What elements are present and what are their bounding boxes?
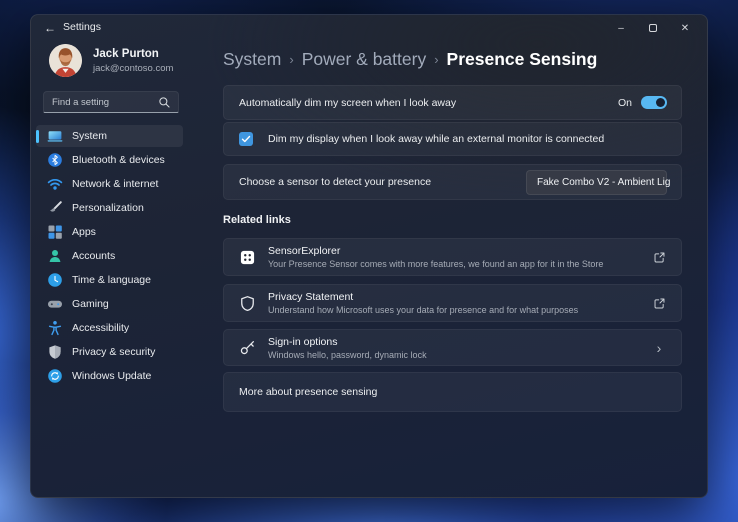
user-name: Jack Purton (93, 48, 159, 60)
auto-dim-toggle[interactable] (641, 96, 667, 109)
external-link-icon (653, 251, 666, 264)
sidebar-item-label: Accounts (72, 250, 115, 262)
key-icon (239, 339, 256, 356)
sensor-dropdown-value: Fake Combo V2 - Ambient Lig (537, 177, 670, 188)
sidebar-item-windows-update[interactable]: Windows Update (36, 365, 183, 387)
settings-window: ← Settings – ✕ Jack Purton ja (30, 14, 708, 498)
brush-icon (47, 200, 63, 216)
breadcrumb-separator: › (434, 51, 438, 67)
auto-dim-label: Automatically dim my screen when I look … (239, 97, 456, 109)
person-icon (47, 248, 63, 264)
titlebar: ← Settings – ✕ (31, 15, 707, 41)
sidebar-item-accounts[interactable]: Accounts (36, 245, 183, 267)
link-description: Understand how Microsoft uses your data … (268, 305, 652, 315)
apps-grid-icon (47, 224, 63, 240)
search-input[interactable] (52, 92, 152, 112)
check-icon (241, 134, 251, 144)
back-button[interactable]: ← (41, 20, 59, 36)
sidebar-item-system[interactable]: System (36, 125, 183, 147)
minimize-icon: – (618, 23, 624, 34)
sidebar-item-label: System (72, 130, 107, 142)
sidebar-item-label: Bluetooth & devices (72, 154, 165, 166)
sidebar-item-privacy-security[interactable]: Privacy & security (36, 341, 183, 363)
link-title: Privacy Statement (268, 291, 652, 303)
sidebar-item-label: Privacy & security (72, 346, 155, 358)
wifi-icon (47, 176, 63, 192)
search-box (43, 91, 179, 113)
maximize-button[interactable] (637, 15, 669, 41)
privacy-statement-link-card[interactable]: Privacy Statement Understand how Microso… (223, 284, 682, 322)
sidebar-item-time-language[interactable]: Time & language (36, 269, 183, 291)
chevron-right-icon: › (657, 341, 662, 355)
sign-in-options-link-card[interactable]: Sign-in options Windows hello, password,… (223, 329, 682, 366)
sensor-app-icon (239, 249, 256, 266)
sidebar-item-label: Personalization (72, 202, 144, 214)
user-email: jack@contoso.com (93, 63, 173, 74)
avatar (49, 44, 82, 77)
sidebar-item-network-internet[interactable]: Network & internet (36, 173, 183, 195)
desktop: ← Settings – ✕ Jack Purton ja (0, 0, 738, 522)
close-icon: ✕ (681, 23, 689, 34)
external-monitor-setting-card: Dim my display when I look away while an… (223, 122, 682, 156)
sidebar-item-gaming[interactable]: Gaming (36, 293, 183, 315)
sidebar-item-personalization[interactable]: Personalization (36, 197, 183, 219)
system-icon (47, 128, 63, 144)
clock-icon (47, 272, 63, 288)
toggle-knob (656, 98, 665, 107)
external-link-icon (653, 297, 666, 310)
accessibility-person-icon (47, 320, 63, 336)
sensor-label: Choose a sensor to detect your presence (239, 176, 431, 188)
link-title: Sign-in options (268, 336, 652, 348)
back-arrow-icon: ← (44, 21, 56, 35)
sidebar-item-label: Time & language (72, 274, 151, 286)
related-links-heading: Related links (223, 214, 291, 226)
link-description: Your Presence Sensor comes with more fea… (268, 259, 652, 269)
sidebar-item-bluetooth-devices[interactable]: Bluetooth & devices (36, 149, 183, 171)
sensorexplorer-link-card[interactable]: SensorExplorer Your Presence Sensor come… (223, 238, 682, 276)
app-title: Settings (63, 21, 101, 33)
breadcrumb-separator: › (289, 51, 293, 67)
bluetooth-icon (47, 152, 63, 168)
minimize-button[interactable]: – (605, 15, 637, 41)
page-title: Presence Sensing (447, 49, 598, 70)
gamepad-icon (47, 296, 63, 312)
close-button[interactable]: ✕ (669, 15, 701, 41)
sidebar-item-label: Gaming (72, 298, 109, 310)
sidebar-item-label: Windows Update (72, 370, 151, 382)
sidebar-item-label: Network & internet (72, 178, 158, 190)
shield-icon (47, 344, 63, 360)
selected-indicator (36, 130, 39, 143)
breadcrumb-root[interactable]: System (223, 49, 281, 70)
sidebar-nav: System Bluetooth & devices Network & int… (36, 125, 183, 389)
update-icon (47, 368, 63, 384)
window-controls: – ✕ (605, 15, 701, 41)
link-description: Windows hello, password, dynamic lock (268, 350, 652, 360)
sidebar-item-apps[interactable]: Apps (36, 221, 183, 243)
breadcrumb-parent[interactable]: Power & battery (302, 49, 427, 70)
external-monitor-checkbox[interactable] (239, 132, 253, 146)
shield-outline-icon (239, 295, 256, 312)
toggle-state-label: On (618, 97, 632, 109)
sensor-setting-card: Choose a sensor to detect your presence … (223, 164, 682, 200)
link-title: SensorExplorer (268, 245, 652, 257)
sidebar-item-accessibility[interactable]: Accessibility (36, 317, 183, 339)
search-icon (158, 96, 171, 109)
breadcrumb: System › Power & battery › Presence Sens… (223, 47, 597, 71)
sidebar-item-label: Accessibility (72, 322, 129, 334)
maximize-icon (649, 24, 657, 32)
more-about-card[interactable]: More about presence sensing (223, 372, 682, 412)
more-about-label: More about presence sensing (239, 386, 377, 398)
external-monitor-label: Dim my display when I look away while an… (268, 133, 604, 145)
sidebar-item-label: Apps (72, 226, 96, 238)
sensor-dropdown[interactable]: Fake Combo V2 - Ambient Lig (526, 170, 667, 195)
auto-dim-setting-card: Automatically dim my screen when I look … (223, 85, 682, 120)
user-account-card[interactable]: Jack Purton jack@contoso.com (45, 42, 215, 82)
